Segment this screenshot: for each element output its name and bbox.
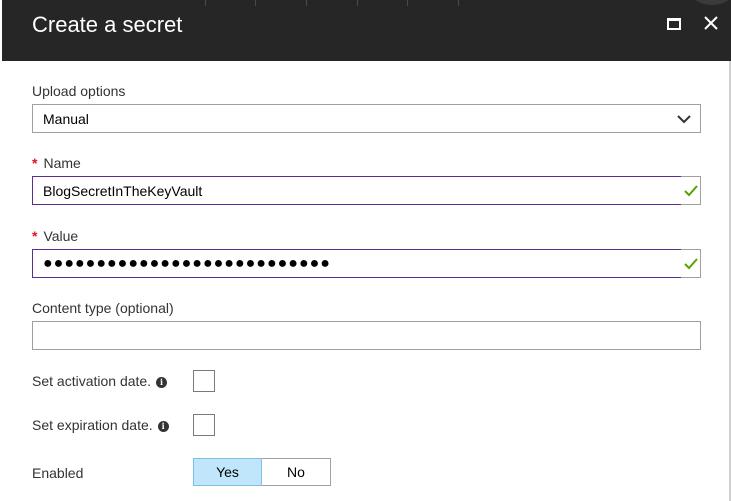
content-type-input[interactable] — [33, 322, 700, 349]
checkmark-icon — [684, 185, 698, 197]
close-button[interactable] — [700, 12, 722, 34]
blade-title: Create a secret — [32, 12, 183, 37]
activation-date-checkbox[interactable] — [193, 370, 215, 392]
enabled-toggle[interactable]: Yes No — [193, 458, 331, 486]
info-icon[interactable]: i — [156, 377, 168, 388]
header-divider — [407, 0, 408, 6]
blade-header: Create a secret — [0, 0, 731, 61]
chevron-down-icon — [677, 115, 691, 124]
avatar[interactable] — [690, 0, 731, 5]
enabled-yes-option[interactable]: Yes — [193, 458, 262, 486]
upload-options-label: Upload options — [32, 83, 126, 99]
maximize-icon — [667, 18, 681, 30]
name-input[interactable] — [33, 177, 701, 204]
enabled-label: Enabled — [32, 465, 84, 481]
checkmark-icon — [684, 258, 698, 270]
upload-options-dropdown[interactable]: Manual — [32, 104, 701, 133]
activation-date-label: Set activation date. i — [32, 372, 168, 390]
name-field[interactable] — [32, 176, 701, 205]
value-label-text: Value — [43, 228, 79, 244]
expiration-date-label: Set expiration date. i — [32, 416, 169, 434]
close-icon — [704, 16, 718, 30]
header-divider — [458, 0, 459, 6]
expiration-date-checkbox[interactable] — [193, 414, 215, 436]
header-divider — [306, 0, 307, 6]
header-divider — [205, 0, 206, 6]
activation-date-label-text: Set activation date. — [32, 373, 152, 389]
content-type-label: Content type (optional) — [32, 300, 174, 316]
content-type-field[interactable] — [32, 321, 701, 350]
name-label: * Name — [32, 154, 81, 172]
value-label: * Value — [32, 227, 78, 245]
value-field[interactable] — [32, 249, 701, 278]
info-icon[interactable]: i — [157, 421, 169, 432]
header-divider — [357, 0, 358, 6]
name-label-text: Name — [43, 155, 81, 171]
enabled-no-option[interactable]: No — [262, 458, 331, 486]
maximize-button[interactable] — [664, 14, 684, 34]
upload-options-value: Manual — [43, 111, 89, 127]
required-marker: * — [32, 155, 38, 171]
value-password-input[interactable] — [33, 250, 701, 277]
header-edge — [0, 0, 2, 61]
header-divider — [255, 0, 256, 6]
required-marker: * — [32, 228, 38, 244]
expiration-date-label-text: Set expiration date. — [32, 417, 153, 433]
